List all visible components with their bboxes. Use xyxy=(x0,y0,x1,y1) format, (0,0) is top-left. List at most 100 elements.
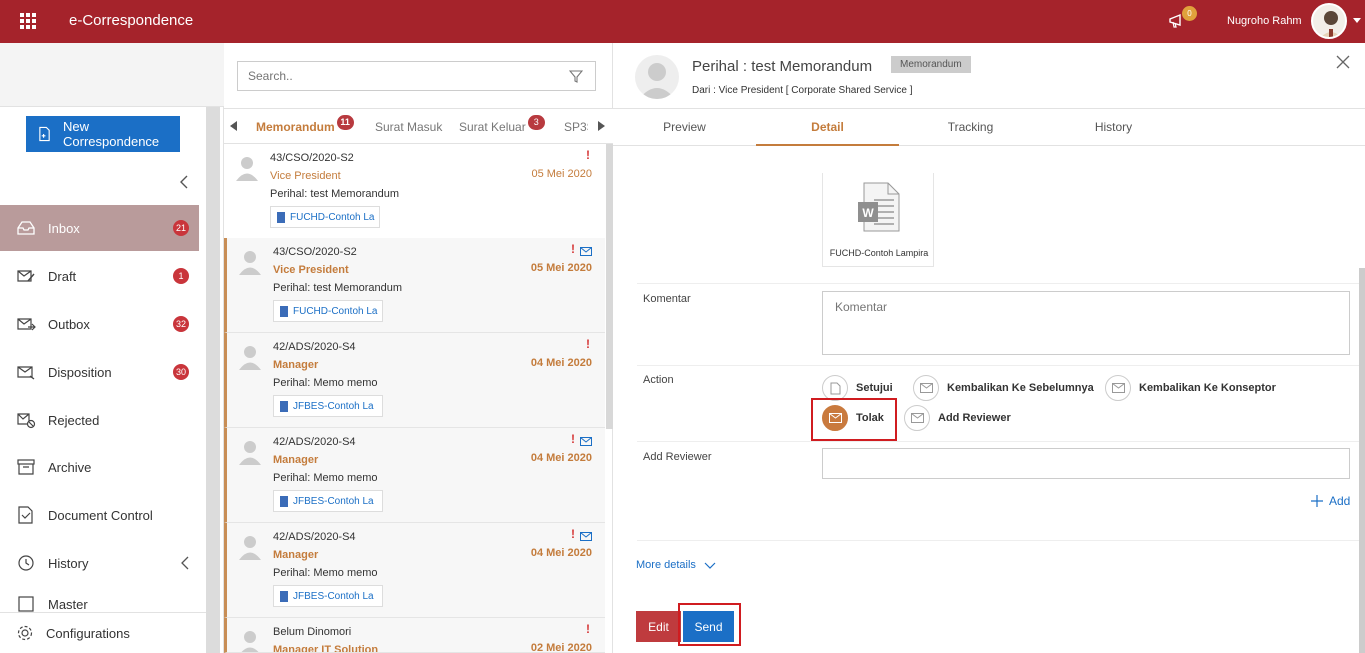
outbox-count-badge: 32 xyxy=(172,316,189,332)
tab-label: Surat Masuk xyxy=(375,120,443,134)
document-number: 42/ADS/2020-S4 xyxy=(273,341,356,353)
category-tabs: Memorandum 11 Surat Masuk Surat Keluar 3 S… xyxy=(224,108,613,144)
more-details-toggle[interactable]: More details xyxy=(636,559,716,571)
sidebar-item-master[interactable]: Master xyxy=(0,588,199,612)
attachment-chip[interactable]: FUCHD-Contoh La xyxy=(273,300,383,322)
highlight-box xyxy=(811,398,897,441)
close-icon[interactable] xyxy=(1336,55,1350,69)
user-placeholder-icon xyxy=(236,157,258,181)
priority-flag: ! xyxy=(571,527,575,541)
sidebar-item-rejected[interactable]: Rejected xyxy=(0,397,199,443)
sidebar-item-outbox[interactable]: Outbox 32 xyxy=(0,301,199,347)
svg-text:W: W xyxy=(862,206,874,220)
action-label: Kembalikan Ke Konseptor xyxy=(1139,382,1276,394)
envelope-icon xyxy=(580,247,592,256)
master-icon xyxy=(18,596,34,612)
word-file-icon xyxy=(280,495,288,507)
word-file-icon xyxy=(280,400,288,412)
tab-history[interactable]: History xyxy=(1042,109,1185,146)
tab-memorandum[interactable]: Memorandum 11 xyxy=(256,109,354,143)
list-scrollbar[interactable] xyxy=(606,144,613,429)
priority-flag: ! xyxy=(571,432,575,446)
filter-icon[interactable] xyxy=(569,70,583,83)
detail-scrollbar[interactable] xyxy=(1359,268,1365,653)
subject: Perihal: Memo memo xyxy=(273,567,378,579)
avatar[interactable] xyxy=(1311,3,1347,39)
tab-detail[interactable]: Detail xyxy=(756,109,899,146)
date: 04 Mei 2020 xyxy=(530,547,592,559)
word-document-icon: W xyxy=(858,182,900,232)
sidebar-item-label: Disposition xyxy=(48,364,112,380)
date: 05 Mei 2020 xyxy=(530,262,592,274)
list-item[interactable]: 43/CSO/2020-S2 Vice President Perihal: t… xyxy=(224,144,605,239)
sidebar-item-label: Draft xyxy=(48,268,77,284)
attachment-chip[interactable]: JFBES-Contoh La xyxy=(273,585,383,607)
tab-preview[interactable]: Preview xyxy=(613,109,756,146)
attachment-chip[interactable]: FUCHD-Contoh La xyxy=(270,206,380,228)
sidebar: New Correspondence Inbox 21 Draft 1 Outb… xyxy=(0,43,224,653)
action-kembalikan-konseptor[interactable]: Kembalikan Ke Konseptor xyxy=(1105,375,1276,401)
sidebar-item-disposition[interactable]: Disposition 30 xyxy=(0,349,199,395)
list-item[interactable]: Belum Dinomori Manager IT Solution ! 02 … xyxy=(224,618,605,653)
document-number: Belum Dinomori xyxy=(273,626,352,638)
divider xyxy=(637,441,1359,442)
list-item[interactable]: 42/ADS/2020-S4 Manager Perihal: Memo mem… xyxy=(224,523,605,618)
attachment-tile[interactable]: W FUCHD-Contoh Lampira xyxy=(822,173,934,267)
document-number: 43/CSO/2020-S2 xyxy=(270,152,354,164)
user-placeholder-icon xyxy=(239,251,261,275)
attachment-chip[interactable]: JFBES-Contoh La xyxy=(273,395,383,417)
envelope-icon xyxy=(904,405,930,431)
tab-scroll-right-icon[interactable] xyxy=(598,121,605,131)
tab-surat-keluar[interactable]: Surat Keluar 3 xyxy=(459,109,545,143)
attachment-name: FUCHD-Contoh La xyxy=(290,211,375,223)
list-item[interactable]: 42/ADS/2020-S4 Manager Perihal: Memo mem… xyxy=(224,428,605,523)
sender: Manager xyxy=(273,359,319,371)
attachment-name: FUCHD-Contoh La xyxy=(293,305,378,317)
action-label: Action xyxy=(643,374,674,386)
collapse-sidebar-icon[interactable] xyxy=(178,175,190,189)
envelope-icon xyxy=(913,375,939,401)
edit-button[interactable]: Edit xyxy=(636,611,681,642)
sidebar-item-draft[interactable]: Draft 1 xyxy=(0,253,199,299)
sidebar-item-label: Rejected xyxy=(48,412,100,428)
word-file-icon xyxy=(280,590,288,602)
new-correspondence-label: New Correspondence xyxy=(63,119,160,149)
rejected-icon xyxy=(17,413,36,429)
sidebar-item-inbox[interactable]: Inbox 21 xyxy=(0,205,199,251)
search-input[interactable] xyxy=(238,62,558,90)
date: 05 Mei 2020 xyxy=(531,168,592,180)
draft-icon xyxy=(17,270,35,282)
attachment-chip[interactable]: JFBES-Contoh La xyxy=(273,490,383,512)
reviewer-field[interactable] xyxy=(822,448,1350,479)
configurations-button[interactable]: Configurations xyxy=(0,612,206,653)
envelope-icon xyxy=(580,532,592,541)
subject: Perihal: test Memorandum xyxy=(273,282,402,294)
search-box xyxy=(237,61,596,91)
action-label: Add Reviewer xyxy=(938,412,1011,424)
sidebar-item-history[interactable]: History xyxy=(0,540,199,586)
add-reviewer-link[interactable]: Add xyxy=(1311,494,1350,508)
new-correspondence-button[interactable]: New Correspondence xyxy=(26,116,180,152)
grid-icon[interactable] xyxy=(20,13,36,29)
action-label: Kembalikan Ke Sebelumnya xyxy=(947,382,1094,394)
attachment-name: FUCHD-Contoh Lampira xyxy=(829,248,929,258)
sidebar-item-document-control[interactable]: Document Control xyxy=(0,492,199,538)
action-add-reviewer[interactable]: Add Reviewer xyxy=(904,405,1011,431)
chevron-left-icon[interactable] xyxy=(181,556,189,570)
user-name[interactable]: Nugroho Rahm xyxy=(1227,15,1302,27)
comment-field[interactable] xyxy=(822,291,1350,355)
tab-scroll-left-icon[interactable] xyxy=(230,121,237,131)
document-number: 42/ADS/2020-S4 xyxy=(273,436,356,448)
chevron-down-icon[interactable] xyxy=(1353,18,1361,23)
sidebar-scrollbar[interactable] xyxy=(206,107,220,653)
list-item[interactable]: 42/ADS/2020-S4 Manager Perihal: Memo mem… xyxy=(224,333,605,428)
attachment-name: JFBES-Contoh La xyxy=(293,590,374,602)
notification-badge: 0 xyxy=(1182,6,1197,21)
list-item[interactable]: 43/CSO/2020-S2 Vice President Perihal: t… xyxy=(224,238,605,333)
sidebar-item-archive[interactable]: Archive xyxy=(0,444,199,490)
message-list-panel: Memorandum11 Surat Masuk Surat Keluar3 S… xyxy=(224,43,613,653)
tab-sp3s[interactable]: SP3S xyxy=(564,109,588,143)
tab-surat-masuk[interactable]: Surat Masuk xyxy=(375,109,443,143)
action-kembalikan-sebelumnya[interactable]: Kembalikan Ke Sebelumnya xyxy=(913,375,1094,401)
tab-tracking[interactable]: Tracking xyxy=(899,109,1042,146)
